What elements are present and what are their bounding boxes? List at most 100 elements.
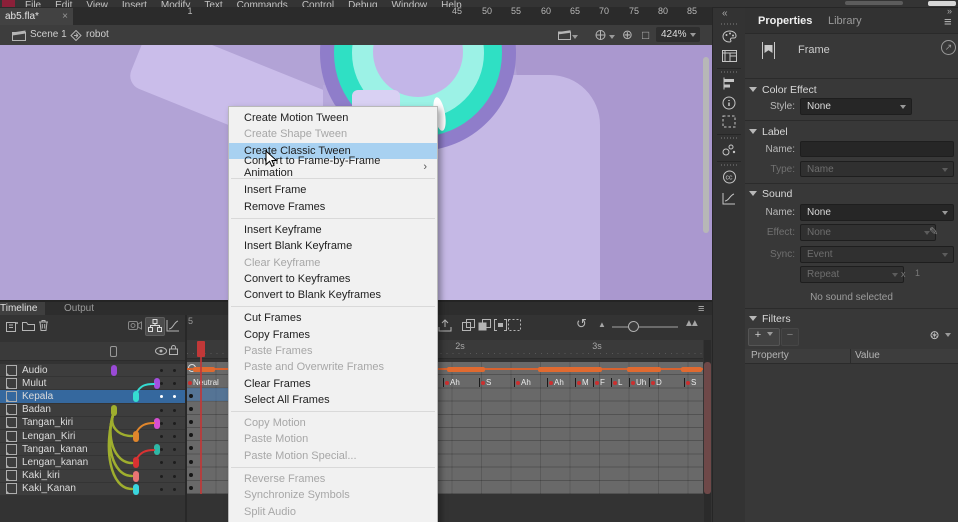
- menu-item[interactable]: Paste Motion: [229, 431, 437, 447]
- menu-item[interactable]: Paste and Overwrite Frames: [229, 359, 437, 375]
- zoom-out-timeline-icon[interactable]: ▲: [598, 320, 606, 329]
- mouth-keyframe[interactable]: F: [593, 376, 605, 389]
- collapse-panels-icon[interactable]: «: [722, 8, 728, 19]
- layer-name[interactable]: Badan: [22, 404, 51, 415]
- menu-item[interactable]: Convert to Blank Keyframes: [229, 287, 437, 303]
- keyframe-dot[interactable]: [189, 420, 193, 424]
- section-sound[interactable]: Sound: [749, 188, 792, 200]
- layer-name[interactable]: Tangan_kanan: [22, 444, 88, 455]
- menu-item[interactable]: Cut Frames: [229, 310, 437, 326]
- eye-icon[interactable]: [155, 347, 167, 355]
- color-palette-icon[interactable]: [722, 30, 737, 43]
- menu-item[interactable]: Insert Frame: [229, 182, 437, 198]
- chevron-down-icon[interactable]: [609, 35, 615, 39]
- clip-content-icon[interactable]: □: [642, 28, 649, 42]
- tab-properties[interactable]: Properties: [758, 15, 812, 27]
- timeline-zoom-slider-track[interactable]: [612, 326, 678, 328]
- show-parenting-view-button[interactable]: [145, 317, 165, 336]
- info-icon[interactable]: [722, 96, 736, 110]
- keyframe-dot[interactable]: [189, 473, 193, 477]
- popout-icon[interactable]: ↗: [941, 40, 956, 55]
- layer-name[interactable]: Tangan_kiri: [22, 417, 73, 428]
- new-folder-button[interactable]: [22, 320, 35, 331]
- keyframe-dot[interactable]: [189, 394, 193, 398]
- edit-multiple-frames-icon[interactable]: [494, 319, 507, 331]
- section-label[interactable]: Label: [749, 126, 788, 138]
- keyframe-dot[interactable]: [189, 446, 193, 450]
- filter-options-button[interactable]: ⊛: [925, 328, 955, 344]
- section-color-effect[interactable]: Color Effect: [749, 84, 817, 96]
- dock-group-handle[interactable]: [721, 137, 737, 139]
- layer-name[interactable]: Audio: [22, 365, 48, 376]
- edit-symbol-icon[interactable]: [594, 29, 607, 41]
- tab-output[interactable]: Output: [56, 302, 102, 315]
- brush-dots-icon[interactable]: [722, 143, 736, 156]
- menu-item[interactable]: [231, 306, 435, 307]
- onion-skin-outline-icon[interactable]: [478, 319, 491, 331]
- camera-icon[interactable]: [128, 320, 142, 331]
- frame-picker-icon[interactable]: [722, 50, 737, 62]
- workspace-switcher[interactable]: [845, 1, 903, 5]
- menu-item[interactable]: Paste Frames: [229, 343, 437, 359]
- onion-skin-icon[interactable]: [462, 319, 475, 331]
- mouth-keyframe-first[interactable]: Neutral: [188, 376, 219, 389]
- mouth-keyframe[interactable]: S: [479, 376, 491, 389]
- menu-item[interactable]: [231, 218, 435, 219]
- keyframe-dot[interactable]: [189, 407, 193, 411]
- loop-icon[interactable]: ↺: [576, 316, 587, 332]
- timeline-zoom-slider-knob[interactable]: [628, 321, 639, 332]
- new-layer-button[interactable]: [6, 320, 19, 332]
- close-icon[interactable]: ×: [62, 8, 68, 25]
- layer-name[interactable]: Kaki_Kanan: [22, 483, 76, 494]
- layer-name[interactable]: Kaki_kiri: [22, 470, 60, 481]
- tab-timeline[interactable]: Timeline: [0, 302, 45, 315]
- menu-item[interactable]: [231, 467, 435, 468]
- style-dropdown[interactable]: None: [800, 98, 912, 115]
- transform-icon[interactable]: [722, 115, 736, 128]
- keyframe-dot[interactable]: [189, 433, 193, 437]
- menu-item[interactable]: Insert Keyframe: [229, 222, 437, 238]
- mouth-keyframe[interactable]: M: [575, 376, 589, 389]
- timeline-scrollbar-thumb[interactable]: [704, 362, 711, 494]
- dock-group-handle[interactable]: [721, 164, 737, 166]
- graph-panel-icon[interactable]: [722, 192, 736, 205]
- creative-cloud-icon[interactable]: cc: [722, 170, 737, 184]
- mouth-keyframe[interactable]: Ah: [443, 376, 460, 389]
- keyframe-dot[interactable]: [189, 460, 193, 464]
- delete-layer-button[interactable]: [38, 319, 49, 331]
- layer-name[interactable]: Lengan_Kiri: [22, 431, 75, 442]
- document-tab[interactable]: ab5.fla* ×: [0, 8, 73, 25]
- mouth-keyframe[interactable]: Uh: [629, 376, 646, 389]
- menu-item[interactable]: Create Motion Tween: [229, 110, 437, 126]
- layer-name[interactable]: Mulut: [22, 378, 46, 389]
- mouth-keyframe[interactable]: D: [649, 376, 662, 389]
- lock-icon[interactable]: [169, 345, 178, 355]
- mouth-keyframe[interactable]: L: [611, 376, 622, 389]
- label-name-input[interactable]: [800, 141, 954, 157]
- menu-item[interactable]: Synchronize Symbols: [229, 487, 437, 503]
- menu-item[interactable]: Split Audio: [229, 504, 437, 520]
- menu-item[interactable]: Clear Frames: [229, 375, 437, 391]
- center-frame-icon[interactable]: ⊕: [622, 27, 633, 43]
- menu-item[interactable]: Convert to Keyframes: [229, 271, 437, 287]
- stage-vertical-scrollbar[interactable]: [703, 57, 709, 233]
- menu-item[interactable]: Select All Frames: [229, 392, 437, 408]
- playhead-line[interactable]: [200, 356, 202, 494]
- menu-item[interactable]: Copy Motion: [229, 415, 437, 431]
- menu-item[interactable]: Copy Frames: [229, 327, 437, 343]
- align-icon[interactable]: [722, 77, 736, 90]
- menu-item[interactable]: Remove Frames: [229, 198, 437, 214]
- menu-item[interactable]: Reverse Frames: [229, 471, 437, 487]
- menu-item[interactable]: [231, 411, 435, 412]
- menu-item[interactable]: Create Shape Tween: [229, 126, 437, 142]
- playhead-handle[interactable]: [197, 341, 205, 357]
- layer-name[interactable]: Lengan_kanan: [22, 457, 88, 468]
- animate-logo-icon[interactable]: [2, 0, 15, 7]
- sound-name-dropdown[interactable]: None: [800, 204, 954, 221]
- breadcrumb-symbol[interactable]: robot: [86, 29, 109, 40]
- layer-name[interactable]: Kepala: [22, 391, 53, 402]
- menu-item[interactable]: Clear Keyframe: [229, 254, 437, 270]
- graph-editor-icon[interactable]: [166, 319, 180, 332]
- export-frames-icon[interactable]: [438, 319, 452, 332]
- panel-menu-icon[interactable]: ≡: [944, 14, 952, 29]
